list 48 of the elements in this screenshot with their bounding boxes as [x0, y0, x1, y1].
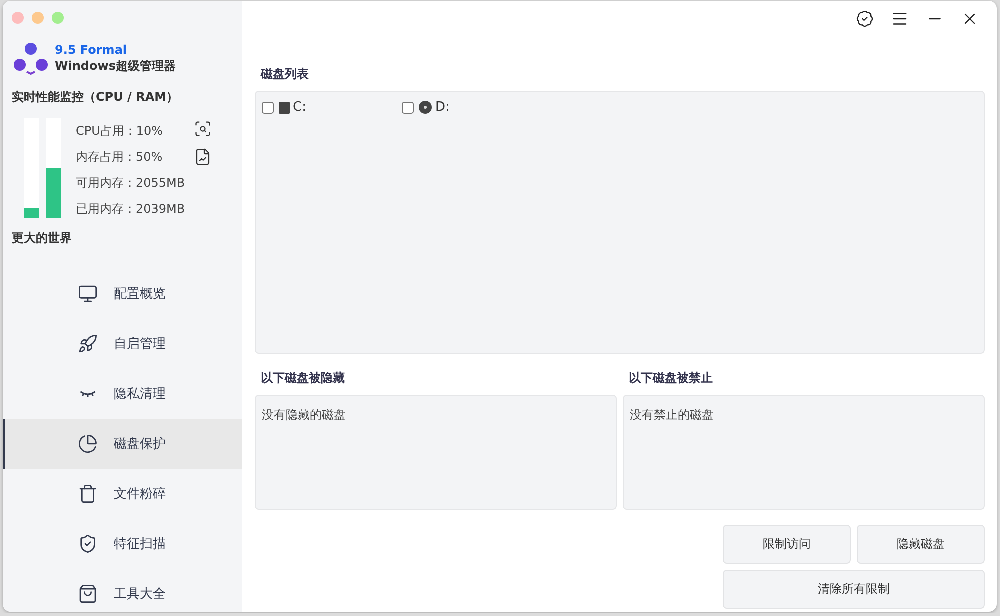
- pie-chart-icon: [78, 434, 98, 454]
- stat-text: 已用内存：2039MB: [76, 201, 186, 218]
- sidebar-item[interactable]: 隐私清理: [3, 369, 242, 419]
- sidebar-label: 特征扫描: [114, 536, 166, 553]
- sidebar-label: 配置概览: [114, 286, 166, 303]
- disk-label: C:: [293, 100, 306, 115]
- sidebar-label: 文件粉碎: [114, 486, 166, 503]
- action-button[interactable]: 隐藏磁盘: [857, 525, 985, 564]
- rocket-icon: [78, 334, 98, 354]
- app-name: Windows超级管理器: [55, 58, 176, 74]
- chart-file-icon[interactable]: [194, 148, 212, 166]
- disc-icon: [419, 101, 432, 114]
- empty-message: 没有禁止的磁盘: [630, 408, 714, 422]
- sidebar-label: 自启管理: [114, 336, 166, 353]
- monitor-icon: [78, 284, 98, 304]
- hard-drive-icon: [279, 102, 290, 114]
- sidebar-item[interactable]: 特征扫描: [3, 519, 242, 569]
- bag-icon: [78, 584, 98, 604]
- sidebar-item[interactable]: 配置概览: [3, 269, 242, 319]
- sidebar-label: 隐私清理: [114, 386, 166, 403]
- badge-check-icon[interactable]: [856, 10, 874, 28]
- stat-text: 内存占用：50%: [76, 149, 164, 166]
- sidebar-label: 工具大全: [114, 586, 166, 603]
- sidebar-item[interactable]: 文件粉碎: [3, 469, 242, 519]
- trash-icon: [78, 484, 98, 504]
- sidebar-item[interactable]: 磁盘保护: [3, 419, 242, 469]
- monitor-title: 实时性能监控（CPU / RAM）: [11, 89, 180, 106]
- action-button[interactable]: 限制访问: [723, 525, 851, 564]
- disk-label: D:: [435, 100, 450, 115]
- menu-icon[interactable]: [891, 10, 909, 28]
- app-version: 9.5 Formal: [55, 42, 128, 58]
- section-heading: 磁盘列表: [260, 66, 310, 83]
- sidebar-item[interactable]: 工具大全: [3, 569, 242, 612]
- shield-check-icon: [78, 534, 98, 554]
- sidebar-label: 磁盘保护: [114, 436, 166, 453]
- stat-text: 可用内存：2055MB: [76, 175, 186, 192]
- disk-checkbox[interactable]: [402, 102, 414, 114]
- stat-text: CPU占用：10%: [76, 123, 164, 140]
- image-search-icon[interactable]: [194, 120, 212, 138]
- logo-icon: [13, 41, 49, 75]
- disk-checkbox[interactable]: [262, 102, 274, 114]
- sidebar-item[interactable]: 自启管理: [3, 319, 242, 369]
- closed-eye-icon: [80, 390, 96, 398]
- section-title: 更大的世界: [11, 230, 73, 247]
- action-button[interactable]: 清除所有限制: [723, 570, 985, 609]
- section-heading: 以下磁盘被禁止: [628, 370, 714, 387]
- section-heading: 以下磁盘被隐藏: [260, 370, 346, 387]
- empty-message: 没有隐藏的磁盘: [262, 408, 346, 422]
